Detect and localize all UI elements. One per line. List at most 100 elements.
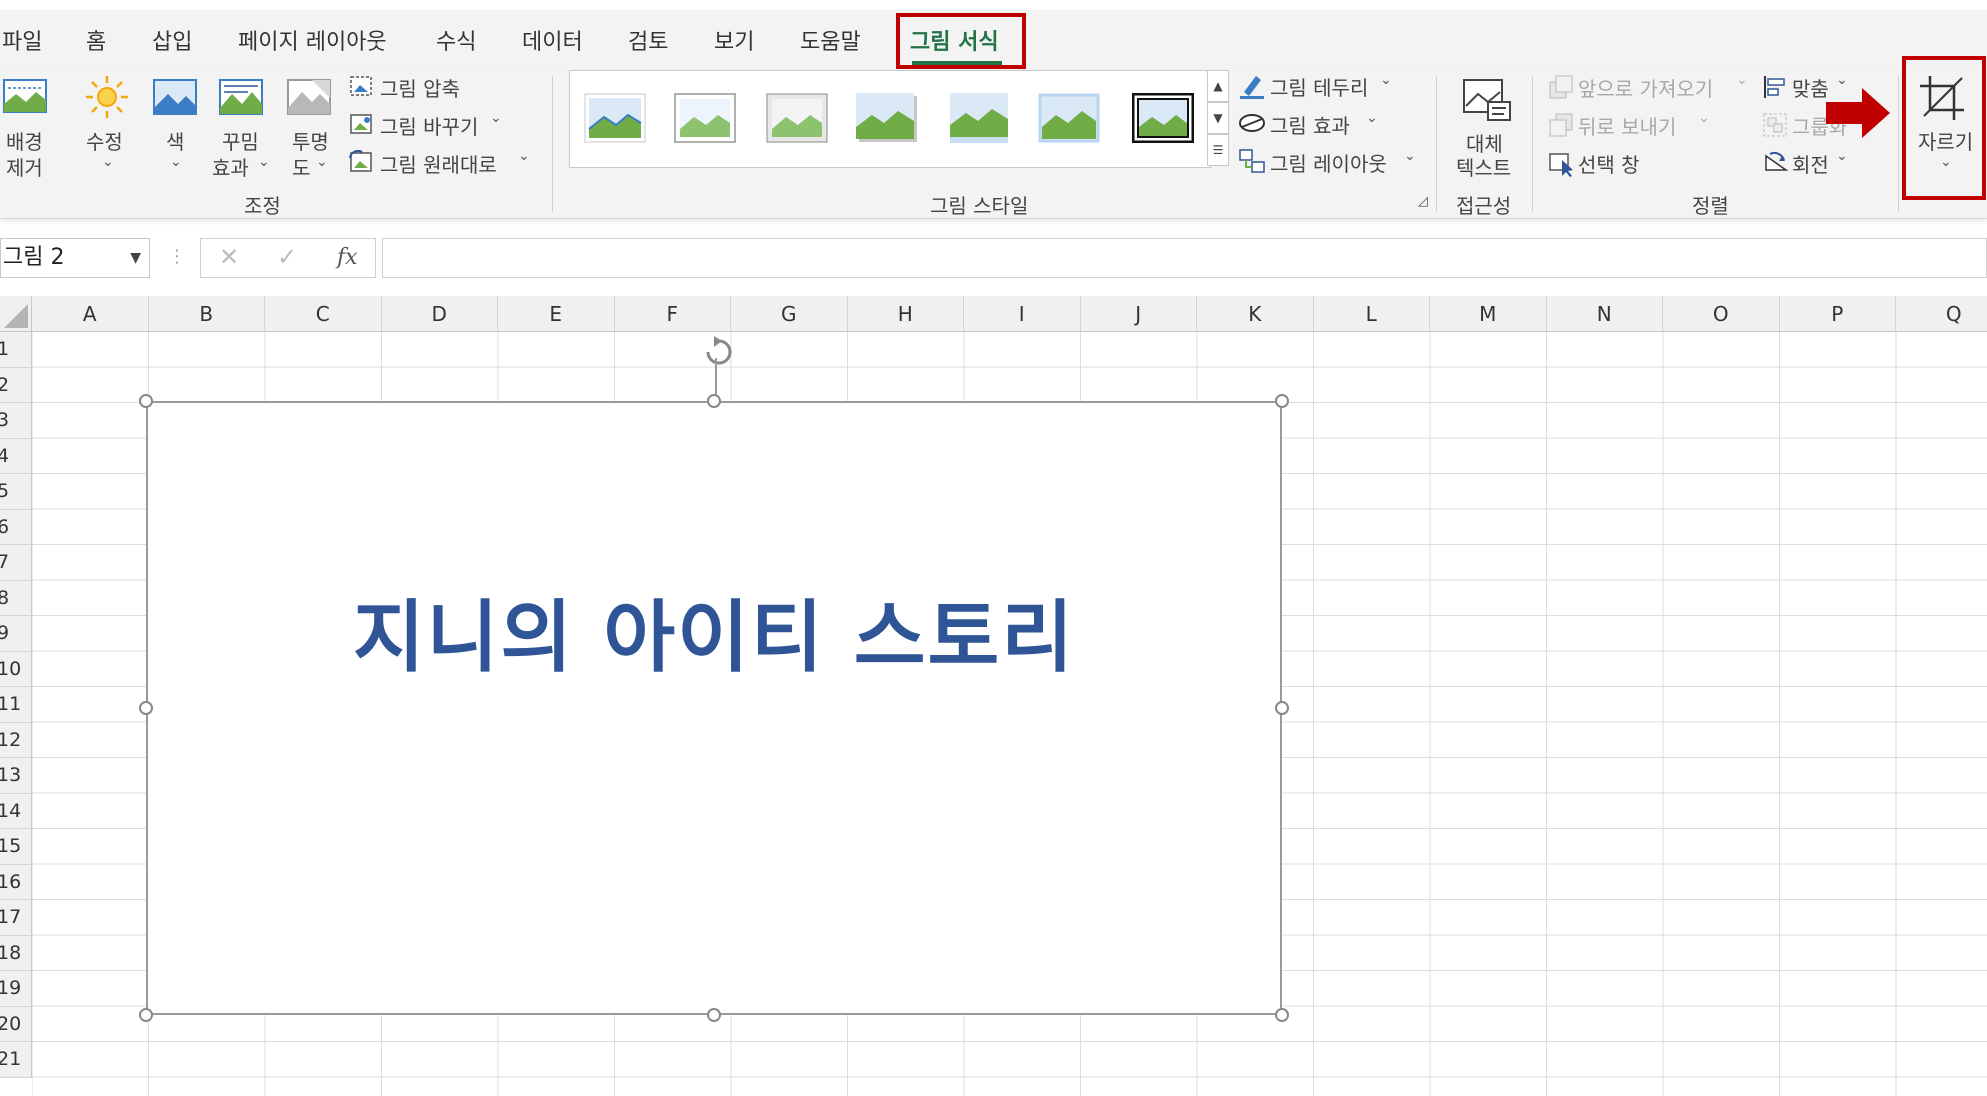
column-header[interactable]: C	[265, 296, 382, 332]
adjust-group-label: 조정	[244, 194, 281, 218]
column-header[interactable]: A	[32, 296, 149, 332]
transparency-button[interactable]	[286, 78, 332, 120]
row-header[interactable]: 2	[0, 367, 32, 403]
corrections-button[interactable]	[84, 74, 130, 124]
column-header[interactable]: H	[847, 296, 964, 332]
row-header[interactable]: 4	[0, 438, 32, 474]
confirm-entry-button[interactable]: ✓	[277, 243, 297, 271]
column-header[interactable]: Q	[1896, 296, 1987, 332]
alt-text-button[interactable]	[1462, 78, 1512, 126]
align-button[interactable]: 맞춤	[1792, 73, 1829, 102]
column-header[interactable]: O	[1663, 296, 1780, 332]
picture-styles-dialog-launcher-icon[interactable]: ◿	[1418, 194, 1428, 209]
insert-function-button[interactable]: fx	[337, 245, 358, 270]
compress-pictures-button[interactable]	[348, 74, 374, 102]
resize-handle-top[interactable]	[707, 394, 721, 408]
picture-style-5[interactable]	[948, 93, 1010, 143]
column-header[interactable]: M	[1430, 296, 1547, 332]
formula-input[interactable]	[382, 238, 1987, 278]
row-header[interactable]: 3	[0, 403, 32, 439]
column-header[interactable]: P	[1779, 296, 1896, 332]
picture-border-button[interactable]: 그림 테두리	[1270, 72, 1368, 101]
picture-style-2[interactable]	[674, 93, 736, 143]
picture-title-text: 지니의 아이티 스토리	[352, 593, 1076, 683]
column-header[interactable]: B	[148, 296, 265, 332]
artistic-effects-button[interactable]	[218, 78, 264, 120]
selection-pane-button[interactable]: 선택 창	[1578, 149, 1640, 178]
column-header[interactable]: N	[1546, 296, 1663, 332]
row-header[interactable]: 18	[0, 935, 32, 971]
row-header[interactable]: 9	[0, 616, 32, 652]
change-picture-button[interactable]: 그림 바꾸기	[380, 111, 478, 140]
row-header[interactable]: 19	[0, 971, 32, 1007]
picture-style-1[interactable]	[584, 93, 646, 143]
row-header[interactable]: 10	[0, 651, 32, 687]
compress-pictures-label[interactable]: 그림 압축	[380, 73, 460, 102]
name-box-value: 그림 2	[3, 245, 65, 270]
resize-handle-bottom-left[interactable]	[139, 1008, 153, 1022]
column-header[interactable]: L	[1313, 296, 1430, 332]
row-header[interactable]: 5	[0, 474, 32, 510]
rotate-handle-icon[interactable]	[696, 330, 742, 370]
resize-handle-bottom-right[interactable]	[1275, 1008, 1289, 1022]
tab-formulas[interactable]: 수식	[436, 24, 476, 56]
row-header[interactable]: 15	[0, 829, 32, 865]
tab-file[interactable]: 파일	[2, 24, 42, 56]
row-header[interactable]: 8	[0, 580, 32, 616]
cancel-entry-button[interactable]: ✕	[219, 243, 239, 271]
row-header[interactable]: 16	[0, 864, 32, 900]
row-header[interactable]: 7	[0, 545, 32, 581]
picture-effects-button[interactable]: 그림 효과	[1270, 110, 1350, 139]
select-all-button[interactable]	[0, 296, 32, 332]
column-header[interactable]: J	[1080, 296, 1197, 332]
picture-style-7[interactable]	[1131, 92, 1195, 144]
picture-style-4[interactable]	[856, 93, 918, 143]
tab-page-layout[interactable]: 페이지 레이아웃	[238, 24, 387, 56]
column-header[interactable]: D	[381, 296, 498, 332]
picture-style-3[interactable]	[766, 93, 828, 143]
tab-review[interactable]: 검토	[628, 24, 668, 56]
row-header[interactable]: 1	[0, 332, 32, 368]
row-header[interactable]: 21	[0, 1042, 32, 1078]
row-header[interactable]: 13	[0, 758, 32, 794]
picture-layout-button[interactable]: 그림 레이아웃	[1270, 148, 1387, 177]
name-box[interactable]: 그림 2 ▼	[0, 238, 150, 278]
tab-help[interactable]: 도움말	[800, 24, 861, 56]
row-header[interactable]: 14	[0, 793, 32, 829]
gallery-scroll-down-button[interactable]: ▼	[1207, 102, 1229, 134]
selection-pane-icon	[1548, 150, 1576, 182]
selected-picture[interactable]: 지니의 아이티 스토리	[146, 401, 1282, 1015]
row-header[interactable]: 6	[0, 509, 32, 545]
send-backward-button[interactable]: 뒤로 보내기	[1578, 111, 1676, 140]
tab-home[interactable]: 홈	[86, 24, 106, 56]
color-button[interactable]	[152, 78, 198, 120]
row-header[interactable]: 11	[0, 687, 32, 723]
row-header[interactable]: 17	[0, 900, 32, 936]
rotate-button[interactable]: 회전	[1792, 149, 1829, 178]
remove-background-button[interactable]	[2, 76, 48, 120]
reset-picture-button[interactable]: 그림 원래대로	[380, 149, 497, 178]
row-header[interactable]: 12	[0, 722, 32, 758]
column-header[interactable]: E	[498, 296, 615, 332]
resize-handle-top-left[interactable]	[139, 394, 153, 408]
resize-handle-left[interactable]	[139, 701, 153, 715]
tab-data[interactable]: 데이터	[522, 24, 583, 56]
resize-handle-bottom[interactable]	[707, 1008, 721, 1022]
gallery-more-button[interactable]: ☰	[1207, 134, 1229, 166]
tab-view[interactable]: 보기	[714, 24, 754, 56]
bring-forward-button[interactable]: 앞으로 가져오기	[1578, 73, 1713, 102]
column-header[interactable]: G	[731, 296, 848, 332]
column-header[interactable]: F	[614, 296, 731, 332]
resize-handle-right[interactable]	[1275, 701, 1289, 715]
picture-style-6[interactable]	[1038, 93, 1100, 143]
tab-insert[interactable]: 삽입	[152, 24, 192, 56]
column-header[interactable]: K	[1197, 296, 1314, 332]
gallery-scroll-up-button[interactable]: ▲	[1207, 70, 1229, 102]
align-icon	[1762, 74, 1788, 104]
resize-handle-top-right[interactable]	[1275, 394, 1289, 408]
name-box-dropdown-icon[interactable]: ▼	[130, 239, 141, 277]
column-header[interactable]: I	[964, 296, 1081, 332]
row-header[interactable]: 20	[0, 1006, 32, 1042]
picture-styles-gallery[interactable]	[569, 70, 1211, 168]
ribbon: 배경 제거 수정 ⌄ 색 ⌄ 꾸밈 효과 ⌄ 투명 도 ⌄ 그림 압축 그림 바…	[0, 70, 1987, 219]
